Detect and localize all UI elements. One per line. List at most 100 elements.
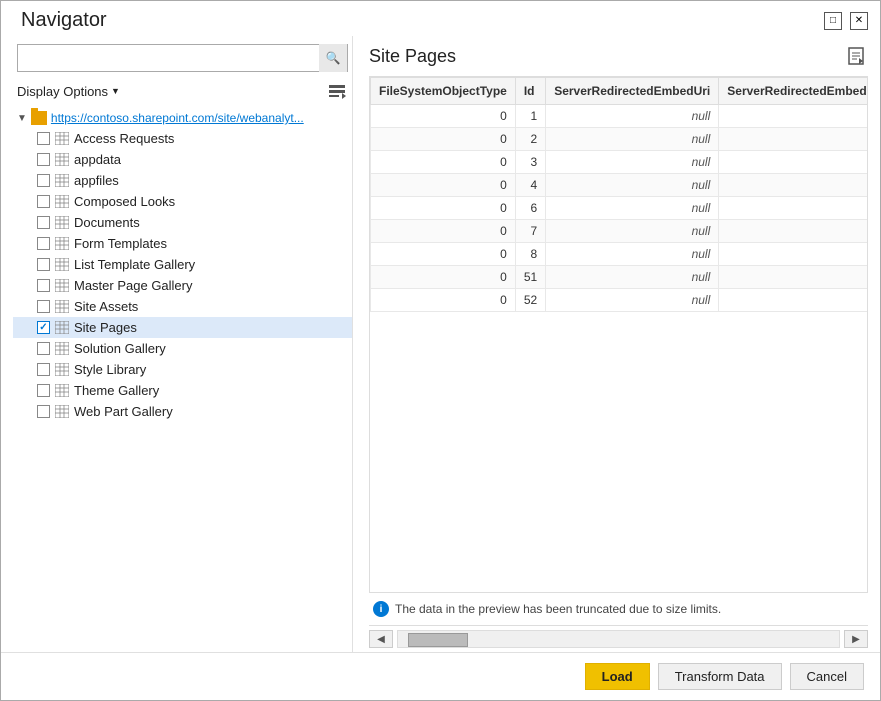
table-icon — [54, 300, 70, 314]
minimize-button[interactable]: □ — [824, 12, 842, 30]
display-options-button[interactable]: Display Options ▼ — [17, 84, 120, 99]
panel-title: Site Pages — [369, 46, 456, 67]
search-box: 🔍 — [17, 44, 348, 72]
list-item[interactable]: Form Templates — [13, 233, 352, 254]
cell-embed — [719, 151, 868, 174]
item-checkbox-site-assets[interactable] — [37, 300, 50, 313]
list-item[interactable]: appfiles — [13, 170, 352, 191]
cell-file-type: 0 — [371, 289, 516, 312]
item-label: Style Library — [74, 362, 146, 377]
list-item[interactable]: Style Library — [13, 359, 352, 380]
table-row: 0 7 null — [371, 220, 869, 243]
item-checkbox-web-part-gallery[interactable] — [37, 405, 50, 418]
close-button[interactable]: ✕ — [850, 12, 868, 30]
list-item[interactable]: Documents — [13, 212, 352, 233]
cancel-button[interactable]: Cancel — [790, 663, 864, 690]
cell-uri: null — [546, 220, 719, 243]
table-row: 0 4 null — [371, 174, 869, 197]
scroll-right-button[interactable]: ▶ — [844, 630, 868, 648]
search-button[interactable]: 🔍 — [319, 44, 347, 72]
table-icon — [54, 132, 70, 146]
table-row: 0 2 null — [371, 128, 869, 151]
truncate-text: The data in the preview has been truncat… — [395, 602, 721, 616]
scroll-track[interactable] — [397, 630, 840, 648]
horizontal-scrollbar: ◀ ▶ — [369, 625, 868, 652]
chevron-down-icon: ▼ — [111, 86, 120, 96]
scroll-left-button[interactable]: ◀ — [369, 630, 393, 648]
item-checkbox-appfiles[interactable] — [37, 174, 50, 187]
table-row: 0 6 null — [371, 197, 869, 220]
tree: ▼ https://contoso.sharepoint.com/site/we… — [13, 108, 352, 644]
cell-id: 6 — [515, 197, 545, 220]
list-item[interactable]: Composed Looks — [13, 191, 352, 212]
table-row: 0 8 null — [371, 243, 869, 266]
cell-uri: null — [546, 128, 719, 151]
title-bar-right: □ ✕ — [824, 12, 868, 30]
item-checkbox-documents[interactable] — [37, 216, 50, 229]
item-label: Web Part Gallery — [74, 404, 173, 419]
expand-arrow-icon: ▼ — [17, 113, 27, 124]
item-checkbox-form-templates[interactable] — [37, 237, 50, 250]
item-label: Access Requests — [74, 131, 174, 146]
item-checkbox-composed-looks[interactable] — [37, 195, 50, 208]
cell-id: 3 — [515, 151, 545, 174]
transform-data-button[interactable]: Transform Data — [658, 663, 782, 690]
nav-icon — [328, 82, 346, 100]
list-item[interactable]: Solution Gallery — [13, 338, 352, 359]
item-checkbox-style-library[interactable] — [37, 363, 50, 376]
truncate-notice: i The data in the preview has been trunc… — [369, 593, 868, 625]
tree-root[interactable]: ▼ https://contoso.sharepoint.com/site/we… — [13, 108, 352, 128]
cell-file-type: 0 — [371, 151, 516, 174]
table-row: 0 3 null — [371, 151, 869, 174]
right-panel: Site Pages FileSystemObjectType — [353, 36, 868, 652]
panel-export-button[interactable] — [844, 44, 868, 68]
item-checkbox-master-page-gallery[interactable] — [37, 279, 50, 292]
left-panel: 🔍 Display Options ▼ — [13, 36, 353, 652]
root-label[interactable]: https://contoso.sharepoint.com/site/weba… — [51, 111, 304, 125]
item-label: appdata — [74, 152, 121, 167]
list-item[interactable]: appdata — [13, 149, 352, 170]
cell-embed — [719, 266, 868, 289]
search-input[interactable] — [18, 51, 319, 66]
list-item[interactable]: Master Page Gallery — [13, 275, 352, 296]
table-icon — [54, 216, 70, 230]
item-checkbox-solution-gallery[interactable] — [37, 342, 50, 355]
cell-embed — [719, 105, 868, 128]
cell-id: 7 — [515, 220, 545, 243]
item-checkbox-appdata[interactable] — [37, 153, 50, 166]
list-item-selected[interactable]: Site Pages — [13, 317, 352, 338]
cell-id: 51 — [515, 266, 545, 289]
table-icon — [54, 258, 70, 272]
item-checkbox-theme-gallery[interactable] — [37, 384, 50, 397]
cell-uri: null — [546, 266, 719, 289]
table-icon — [54, 237, 70, 251]
item-label: Master Page Gallery — [74, 278, 193, 293]
cell-embed — [719, 289, 868, 312]
cell-id: 8 — [515, 243, 545, 266]
load-button[interactable]: Load — [585, 663, 650, 690]
item-label: Site Pages — [74, 320, 137, 335]
data-table: FileSystemObjectType Id ServerRedirected… — [370, 77, 868, 312]
cell-file-type: 0 — [371, 174, 516, 197]
scroll-thumb[interactable] — [408, 633, 468, 647]
footer: Load Transform Data Cancel — [1, 652, 880, 700]
item-checkbox-access-requests[interactable] — [37, 132, 50, 145]
list-item[interactable]: List Template Gallery — [13, 254, 352, 275]
cell-uri: null — [546, 151, 719, 174]
main-content: 🔍 Display Options ▼ — [1, 36, 880, 652]
list-item[interactable]: Site Assets — [13, 296, 352, 317]
item-checkbox-list-template-gallery[interactable] — [37, 258, 50, 271]
table-icon — [54, 195, 70, 209]
table-icon — [54, 321, 70, 335]
table-icon — [54, 363, 70, 377]
item-checkbox-site-pages[interactable] — [37, 321, 50, 334]
data-table-container: FileSystemObjectType Id ServerRedirected… — [369, 76, 868, 593]
list-item[interactable]: Access Requests — [13, 128, 352, 149]
cell-id: 1 — [515, 105, 545, 128]
cell-id: 2 — [515, 128, 545, 151]
title-bar: Navigator □ ✕ — [1, 1, 880, 36]
info-icon: i — [373, 601, 389, 617]
nav-action-button[interactable] — [326, 80, 348, 102]
list-item[interactable]: Theme Gallery — [13, 380, 352, 401]
list-item[interactable]: Web Part Gallery — [13, 401, 352, 422]
